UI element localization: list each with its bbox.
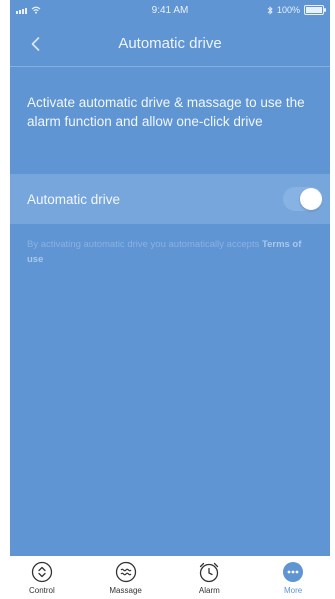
description-text: Activate automatic drive & massage to us… [27, 95, 305, 129]
phone-screen: 9:41 AM 100% Automatic drive Activate au… [0, 0, 335, 599]
automatic-drive-label: Automatic drive [27, 192, 121, 207]
automatic-drive-toggle[interactable] [283, 187, 323, 211]
tab-massage[interactable]: Massage [91, 556, 161, 599]
control-icon [31, 561, 53, 583]
battery-icon [304, 5, 326, 15]
bluetooth-icon [267, 5, 273, 15]
tab-label-control: Control [28, 586, 55, 595]
status-bar: 9:41 AM 100% [10, 0, 330, 20]
tab-label-massage: Massage [109, 586, 142, 595]
battery-fill [306, 7, 322, 13]
terms-notice: By activating automatic drive you automa… [27, 237, 317, 267]
battery-percentage: 100% [276, 5, 300, 15]
more-icon [283, 562, 304, 582]
status-right: 100% [267, 5, 326, 15]
automatic-drive-row[interactable]: Automatic drive [10, 174, 330, 224]
terms-notice-text: By activating automatic drive you automa… [27, 239, 262, 250]
tab-alarm[interactable]: Alarm [174, 556, 244, 599]
tab-label-alarm: Alarm [198, 586, 220, 595]
massage-icon [115, 561, 136, 583]
page-title: Automatic drive [118, 35, 222, 52]
content-area: 9:41 AM 100% Automatic drive Activate au… [10, 0, 330, 556]
tab-bar: Control Massage Alarm More [0, 556, 335, 599]
toggle-knob [300, 188, 322, 210]
navigation-bar: Automatic drive [10, 22, 330, 66]
tab-more[interactable]: More [258, 556, 328, 599]
nav-divider [10, 66, 330, 67]
tab-control[interactable]: Control [7, 556, 77, 599]
alarm-clock-icon [200, 562, 219, 583]
tab-label-more: More [284, 586, 303, 595]
